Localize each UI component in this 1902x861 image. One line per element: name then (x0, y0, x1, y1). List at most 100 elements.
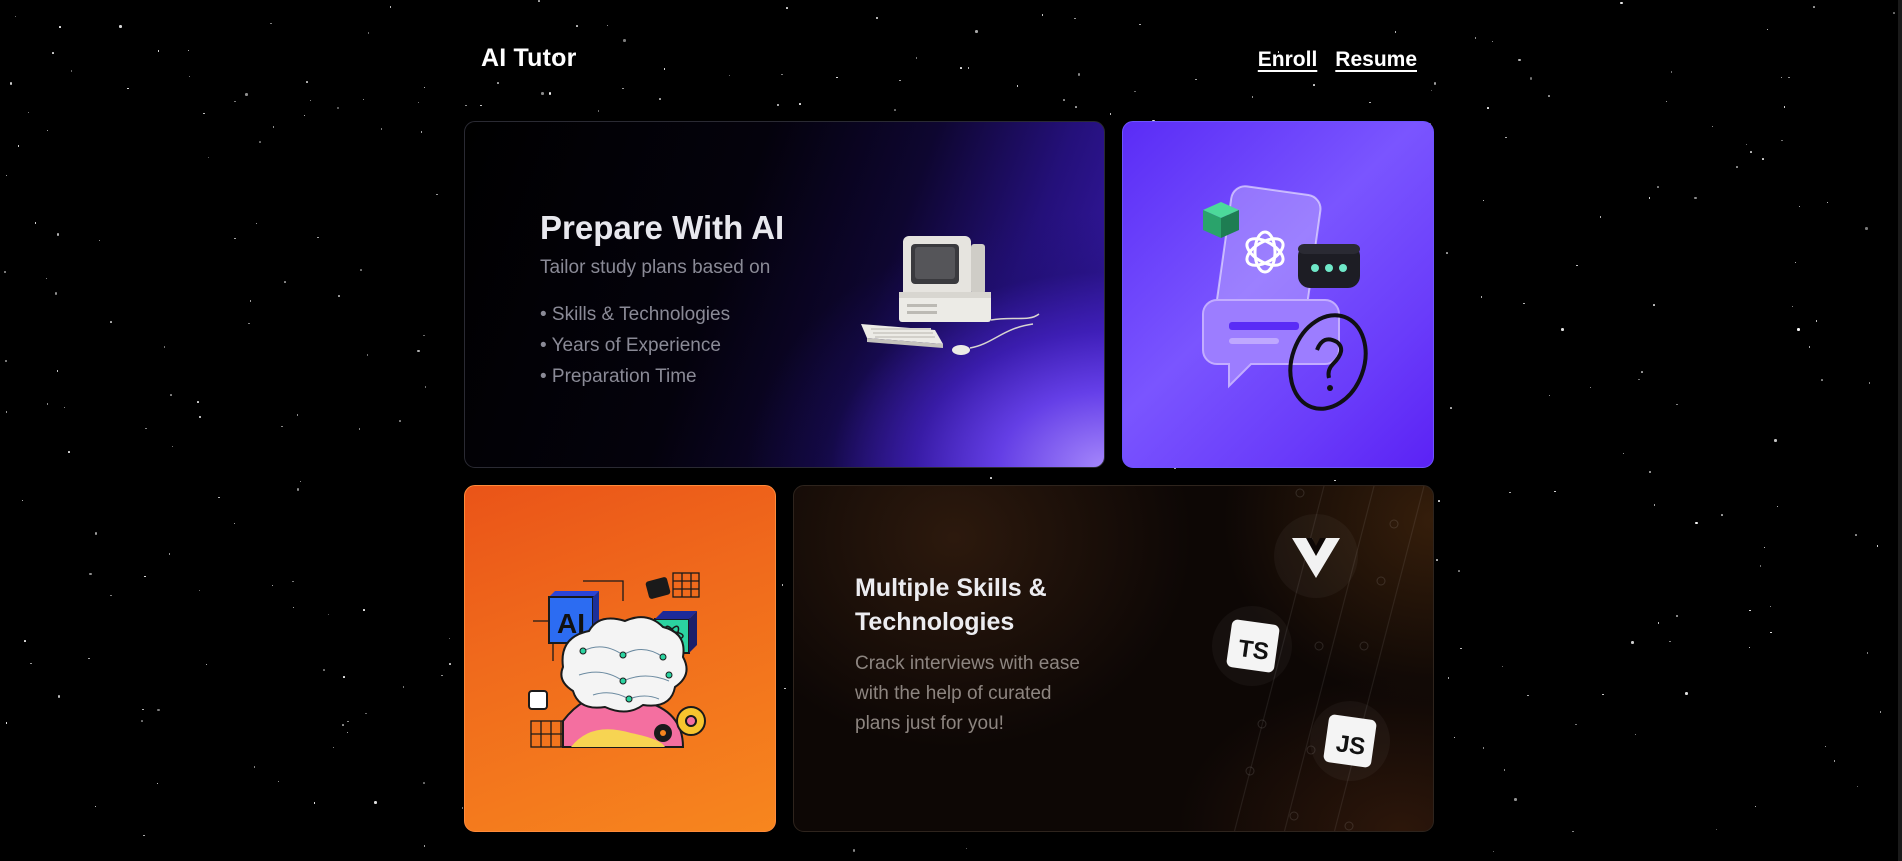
star-dot (1514, 798, 1517, 801)
star-dot (1721, 514, 1723, 516)
star-dot (110, 594, 112, 597)
star-dot (622, 87, 624, 89)
star-dot (1833, 760, 1836, 762)
scrollbar[interactable] (1898, 0, 1902, 861)
star-dot (296, 414, 299, 416)
star-dot (365, 712, 367, 715)
star-dot (399, 420, 401, 422)
star-dot (1369, 101, 1371, 104)
star-dot (98, 239, 101, 242)
star-dot (1824, 745, 1827, 747)
star-dot (271, 584, 274, 587)
star-dot (480, 104, 482, 106)
star-dot (5, 411, 8, 413)
star-dot (366, 354, 369, 356)
star-dot (1576, 264, 1578, 267)
star-dot (309, 99, 312, 102)
star-dot (198, 589, 201, 592)
star-dot (303, 114, 306, 117)
star-dot (1808, 346, 1811, 348)
star-dot (1480, 296, 1483, 298)
star-dot (205, 663, 208, 665)
star-dot (1766, 28, 1768, 31)
skills-description: Crack interviews with ease with the help… (855, 649, 1115, 739)
star-dot (786, 7, 788, 9)
star-dot (141, 720, 143, 722)
star-dot (497, 82, 499, 84)
star-dot (1438, 500, 1440, 502)
star-dot (436, 193, 438, 196)
chatgpt-card (1122, 121, 1434, 468)
retro-computer-icon (861, 236, 1040, 355)
star-dot (1458, 570, 1460, 572)
star-dot (1561, 328, 1564, 331)
list-item: • Preparation Time (540, 366, 697, 387)
star-dot (1676, 403, 1678, 406)
nav-resume-link[interactable]: Resume (1335, 48, 1417, 72)
star-dot (1774, 439, 1777, 442)
star-dot (1548, 394, 1551, 397)
star-dot (1074, 17, 1076, 19)
star-dot (1041, 14, 1044, 16)
star-dot (1572, 830, 1574, 833)
star-dot (1783, 106, 1785, 108)
star-dot (402, 686, 404, 688)
star-dot (1063, 99, 1065, 101)
skills-desc-line: with the help of curated (855, 683, 1052, 704)
star-dot (94, 532, 98, 535)
ai-brain-icon: AI (528, 572, 706, 748)
star-dot (1109, 113, 1112, 115)
star-dot (1548, 95, 1550, 97)
star-dot (1589, 386, 1592, 389)
brand-logo[interactable]: AI Tutor (481, 44, 577, 73)
star-dot (127, 87, 129, 90)
star-dot (281, 425, 283, 428)
star-dot (248, 322, 250, 325)
star-dot (1016, 85, 1019, 87)
star-dot (1797, 328, 1800, 331)
star-dot (1509, 491, 1511, 493)
star-dot (327, 613, 329, 615)
star-dot (1821, 379, 1823, 381)
star-dot (380, 128, 383, 130)
star-dot (1781, 139, 1783, 142)
star-dot (1759, 565, 1762, 567)
star-dot (94, 805, 97, 808)
star-dot (1653, 504, 1656, 506)
star-dot (30, 662, 32, 664)
star-dot (57, 695, 61, 698)
star-dot (56, 233, 59, 236)
star-dot (347, 720, 349, 722)
star-dot (1665, 100, 1668, 103)
star-dot (203, 112, 205, 114)
ts-logo-text: TS (1237, 635, 1271, 666)
star-dot (1669, 640, 1671, 643)
star-dot (24, 640, 26, 642)
star-dot (233, 522, 236, 524)
javascript-logo-icon: JS (1310, 701, 1390, 781)
star-dot (1762, 158, 1764, 160)
star-dot (1446, 252, 1448, 254)
star-dot (198, 415, 202, 419)
star-dot (1474, 37, 1477, 39)
star-dot (623, 39, 626, 42)
star-dot (299, 480, 301, 483)
star-dot (420, 131, 422, 133)
star-dot (342, 724, 344, 726)
star-dot (389, 6, 391, 8)
nav-enroll-link[interactable]: Enroll (1258, 48, 1318, 72)
vue-logo-icon (1274, 514, 1358, 598)
star-dot (218, 496, 220, 499)
ai-brain-card: AI (464, 485, 776, 832)
star-dot (1491, 40, 1494, 43)
star-dot (799, 103, 801, 105)
star-dot (1826, 201, 1829, 204)
star-dot (1634, 733, 1637, 736)
star-dot (1487, 107, 1489, 109)
prepare-list: • Skills & Technologies • Years of Exper… (540, 299, 784, 392)
star-dot (538, 0, 540, 2)
star-dot (306, 81, 308, 83)
star-dot (5, 174, 7, 177)
star-dot (1866, 652, 1869, 654)
skills-title-line: Technologies (855, 608, 1015, 636)
